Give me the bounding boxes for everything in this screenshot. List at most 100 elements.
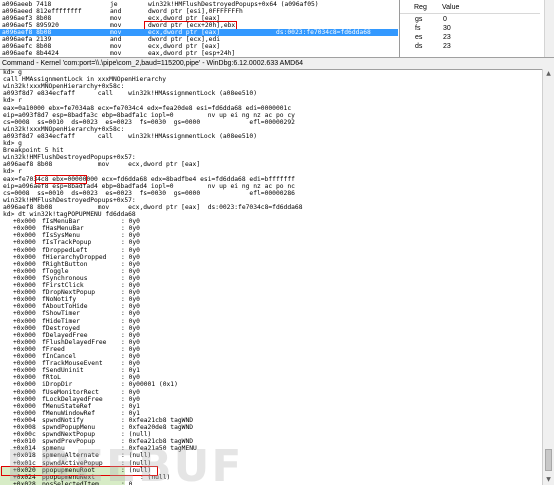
field-value: : 0y0 [121,239,140,247]
disasm-row[interactable]: a096aefe 8b4424 mov eax,dword ptr [esp+2… [2,50,235,57]
struct-field-row: +0x000 fIsSysMenu: 0y0 [3,232,140,239]
field-value: : 0xfea20de8 tagWND [121,424,194,431]
field-offset: +0x000 [13,296,36,304]
field-name: fLockDelayedFree [42,395,103,403]
struct-field-row: +0x000 fSynchronous: 0y0 [3,274,140,282]
field-value: : 0y0 [121,289,140,297]
field-name: fTrackMouseEvent [42,360,103,368]
highlight-box [1,465,158,476]
registers-header: Reg Value [400,2,540,14]
field-name: fShowTimer [42,310,80,318]
scrollbar-thumb[interactable] [545,449,552,471]
field-name: fUseMonitorRect [42,388,99,396]
field-name: iDropDir [42,381,73,389]
field-offset: +0x000 [13,274,36,282]
struct-field-row: +0x000 fDroppedLeft: 0y0 [3,246,140,254]
disasm-opcode: mov [110,50,122,57]
struct-field-row: +0x000 fInCancel: 0y0 [3,353,140,360]
disasm-row[interactable]: a096aeeb 7418 je win32k!HMFlushDestroyed… [2,1,319,8]
field-value: : 0y1 [121,367,140,375]
field-name: fDropNextPopup [42,289,96,297]
registers-pane[interactable]: Reg Value gs 0 fs 30 es 23 ds 23 [400,0,554,57]
output-scrollbar[interactable]: ▲ ▼ [542,69,554,485]
scroll-up-icon[interactable]: ▲ [543,69,554,79]
disasm-row[interactable]: a096aeed 812effffffff and dword ptr [esi… [2,8,243,15]
field-offset: +0x000 [13,218,36,226]
disasm-row-current[interactable]: a096aef8 8b08 mov ecx,dword ptr [eax] ds… [0,29,398,36]
field-offset: +0x000 [13,246,36,254]
struct-field-row: +0x000 fMenuStateRef: 0y1 [3,403,140,410]
field-value: : 0y0 [121,303,140,311]
field-offset: +0x00c [13,431,36,439]
disasm-opcode: and [110,8,122,15]
output-line: kd> r [3,97,22,105]
struct-field-row: +0x000 fHideTimer: 0y0 [3,317,140,325]
disasm-row[interactable]: a096aefa 2139 and dword ptr [ecx],edi [2,36,220,43]
register-value: 23 [443,43,451,50]
disasm-row[interactable]: a096aef3 8b08 mov ecx,dword ptr [eax] [2,15,220,22]
output-line: Breakpoint 5 hit [3,147,64,155]
disasm-address: a096aeeb 7418 [2,1,52,8]
field-value: : 0y0 [121,353,140,360]
output-line: win32k!HMFlushDestroyedPopups+0x57: [3,196,136,204]
disasm-opcode: mov [110,15,122,22]
struct-field-row: +0x010 spwndPrevPopup: 0xfea21cb8 tagWND [3,438,193,445]
struct-field-row: +0x000 fTrackMouseEvent: 0y0 [3,360,140,368]
struct-field-row: +0x000 fSendUninit : 0y1 [3,367,140,375]
field-offset: +0x000 [13,353,36,360]
field-value: : 0y0 [121,296,140,304]
field-offset: +0x008 [13,424,36,431]
field-value: : 0y00001 (0x1) [121,381,178,389]
field-offset: +0x000 [13,331,36,339]
disasm-address: a096aefe 8b4424 [2,50,59,57]
disasm-row[interactable]: a096aefc 8b08 mov ecx,dword ptr [eax] [2,43,220,50]
disasm-operands: ecx,dword ptr [eax] [148,43,221,50]
field-name: spwndNotify [42,416,84,424]
disasm-address: a096aef5 895920 [2,22,59,29]
register-name: es [415,34,423,41]
struct-field-row: +0x000 fUseMonitorRect: 0y0 [3,389,140,396]
column-value[interactable]: Value [442,2,459,13]
field-value: : 0xfea21a50 tagMENU [121,445,197,453]
struct-field-row: +0x000 fIsTrackPopup: 0y0 [3,239,140,246]
output-line: kd> g [3,140,22,147]
field-name: spmenuAlternate [42,452,99,460]
field-value: : 0y0 [121,260,140,268]
struct-field-row: +0x000 iDropDir: 0y00001 (0x1) [3,381,178,388]
struct-field-row: +0x000 fRightButton: 0y0 [3,261,140,268]
disasm-row[interactable]: a096aef5 895920 mov dword ptr [ecx+20h],… [2,22,235,29]
field-value: : (null) [121,431,152,439]
scroll-down-icon[interactable]: ▼ [543,475,554,485]
struct-field-row: +0x000 fShowTimer: 0y0 [3,310,140,317]
field-offset: +0x000 [13,367,36,375]
output-line: a096aef8 8b08 mov ecx,dword ptr [eax] [3,161,201,169]
field-value: : 0xfea21cb8 tagWND [121,438,194,446]
struct-field-row: +0x000 fAboutToHide: 0y0 [3,303,140,310]
disassembly-pane[interactable]: a096aeeb 7418 je win32k!HMFlushDestroyed… [0,0,400,57]
field-value: : 0 [121,480,133,485]
struct-field-row: +0x000 fHasMenuBar: 0y0 [3,225,140,232]
field-offset: +0x000 [13,360,36,368]
disasm-address: a096aef8 8b08 [2,29,52,36]
struct-field-row: +0x000 fDelayedFree: 0y0 [3,331,140,339]
field-offset: +0x014 [13,445,36,453]
field-offset: +0x000 [13,324,36,332]
field-name: fIsMenuBar [42,218,80,226]
column-reg[interactable]: Reg [414,2,427,13]
output-line: a093f8d7 e834ecfaff call win32k!HMAssign… [3,132,258,140]
struct-field-row: +0x00c spwndNextPopup: (null) [3,431,151,439]
field-name: fSynchronous [42,274,88,282]
output-line: win32k!xxxMNOpenHierarchy+0x58c: [3,83,125,91]
registers-scrollbar[interactable] [544,0,554,57]
output-line: cs=0008 ss=0010 ds=0023 es=0023 fs=0030 … [3,189,295,197]
field-name: fSendUninit [42,367,84,375]
struct-field-row: +0x008 spwndPopupMenu: 0xfea20de8 tagWND [3,424,193,431]
struct-field-row: +0x000 fRtoL: 0y0 [3,374,140,381]
field-value: : 0y0 [121,253,140,261]
register-name: ds [415,43,423,50]
command-output[interactable]: kd> g call HMAssignmentLock in xxxMNOpenH… [0,69,543,485]
field-offset: +0x000 [13,317,36,325]
disasm-operands: dword ptr [esi],0FFFFFFFh [148,8,243,15]
field-value: : 0y0 [121,267,140,275]
struct-field-row: +0x004 spwndNotify: 0xfea21cb8 tagWND [3,417,193,424]
